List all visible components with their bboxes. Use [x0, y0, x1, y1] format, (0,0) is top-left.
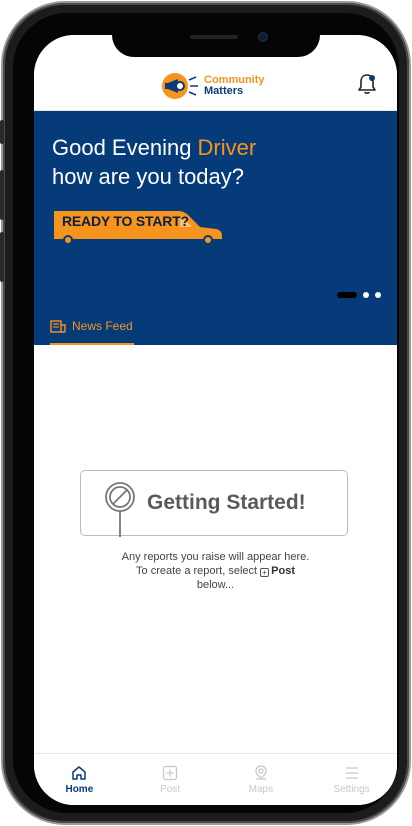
tab-news-feed-label: News Feed [72, 319, 133, 333]
greeting-name: Driver [197, 135, 257, 160]
empty-state-line2-prefix: To create a report, select [136, 565, 261, 577]
greeting-prefix: Good Evening [52, 135, 198, 160]
menu-icon [345, 767, 358, 779]
hero-banner: Good Evening Driver how are you today? R… [34, 111, 397, 345]
tab-news-feed[interactable]: News Feed [50, 319, 134, 345]
bell-icon[interactable] [357, 73, 377, 95]
carousel-indicator [337, 292, 381, 298]
news-feed-content: Getting Started! Any reports you raise w… [34, 345, 397, 753]
nav-post[interactable]: Post [125, 754, 216, 805]
nav-settings-label: Settings [333, 784, 370, 795]
carousel-dot[interactable] [375, 292, 381, 298]
ready-to-start-button[interactable]: READY TO START? [52, 207, 226, 247]
getting-started-card: Getting Started! [80, 470, 348, 539]
greeting-text: Good Evening Driver how are you today? [52, 133, 256, 191]
app-logo[interactable]: Community Matters [160, 71, 265, 101]
carousel-dot[interactable] [363, 292, 369, 298]
nav-home[interactable]: Home [34, 754, 125, 805]
empty-state-line2: To create a report, select + Post [34, 564, 397, 578]
greeting-line2: how are you today? [52, 164, 245, 189]
nav-post-label: Post [160, 784, 181, 795]
logo-text: Community Matters [204, 75, 265, 97]
phone-side-button [0, 170, 4, 220]
phone-side-button [0, 120, 4, 144]
ready-to-start-label: READY TO START? [62, 213, 189, 229]
speaker-grille [190, 35, 238, 39]
phone-side-button [0, 232, 4, 282]
empty-state-message: Any reports you raise will appear here. … [34, 550, 397, 592]
news-feed-icon [50, 320, 66, 333]
no-entry-sign-icon [103, 481, 137, 539]
megaphone-logo-icon [160, 71, 200, 101]
nav-maps[interactable]: Maps [216, 754, 307, 805]
empty-state-line1: Any reports you raise will appear here. [121, 551, 310, 563]
plus-square-icon [162, 765, 178, 781]
plus-square-icon: + [260, 568, 270, 577]
bottom-navigation: Home Post Maps Settings [34, 753, 397, 805]
nav-maps-label: Maps [248, 784, 274, 795]
phone-notch [112, 23, 320, 57]
home-icon [72, 766, 87, 780]
logo-line2: Matters [204, 85, 244, 97]
nav-settings[interactable]: Settings [306, 754, 397, 805]
getting-started-title: Getting Started! [147, 491, 306, 514]
empty-state-line3: below... [196, 579, 235, 591]
empty-state-post-word: Post [271, 565, 295, 577]
app-screen: Community Matters Good Evening Driver ho… [34, 35, 397, 805]
camera-icon [258, 32, 268, 42]
carousel-dot-active[interactable] [337, 292, 357, 298]
map-pin-icon [255, 765, 267, 780]
nav-home-label: Home [65, 784, 94, 795]
